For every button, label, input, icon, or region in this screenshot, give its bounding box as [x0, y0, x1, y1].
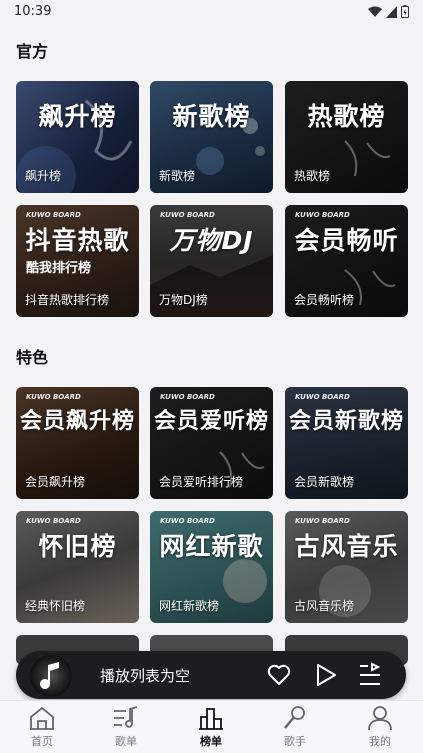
chart-card-vip-new[interactable]: KUWO BOARD 会员新歌榜 会员新歌榜: [285, 387, 408, 499]
card-title: 网红新歌: [159, 532, 264, 561]
card-board-label: KUWO BOARD: [160, 393, 215, 401]
chart-card-vip-favorite[interactable]: KUWO BOARD 会员爱听榜 会员爱听排行榜: [150, 387, 273, 499]
section-title-official: 官方: [16, 42, 49, 61]
tab-charts[interactable]: 榜单: [181, 705, 241, 749]
card-title: 万物DJ: [169, 226, 254, 255]
card-title: 飙升榜: [38, 102, 117, 131]
play-icon[interactable]: [314, 662, 338, 688]
card-caption: 会员畅听榜: [294, 293, 355, 307]
card-caption: 会员新歌榜: [294, 475, 355, 489]
wifi-icon: [368, 6, 382, 17]
battery-icon: [401, 5, 409, 18]
chart-icon: [199, 708, 223, 730]
card-title: 怀旧榜: [38, 532, 117, 561]
card-caption: 热歌榜: [294, 169, 331, 183]
home-icon: [30, 706, 54, 730]
card-board-label: KUWO BOARD: [295, 517, 350, 525]
chart-card-dj[interactable]: KUWO BOARD 万物DJ 万物DJ榜: [150, 205, 273, 317]
section-title-featured: 特色: [16, 348, 49, 367]
card-title: 会员爱听榜: [153, 409, 269, 434]
status-time: 10:39: [14, 4, 52, 19]
card-caption: 会员爱听排行榜: [159, 475, 244, 489]
profile-icon: [368, 706, 392, 731]
card-subtitle: 酷我排行榜: [26, 261, 92, 276]
card-title: 会员飙升榜: [19, 409, 135, 434]
card-caption: 网红新歌榜: [159, 599, 220, 613]
music-note-icon: [40, 662, 59, 689]
chart-card-vip-listen[interactable]: KUWO BOARD 会员畅听 会员畅听榜: [285, 205, 408, 317]
tab-home[interactable]: 首页: [12, 705, 72, 749]
chart-card-douyin[interactable]: KUWO BOARD 抖音热歌 酷我排行榜 抖音热歌排行榜: [16, 205, 139, 317]
tab-label: 歌手: [284, 735, 306, 748]
chart-card-ancient-style[interactable]: KUWO BOARD 古风音乐 古风音乐榜: [285, 511, 408, 623]
card-caption: 新歌榜: [159, 169, 196, 183]
card-caption: 古风音乐榜: [294, 599, 355, 613]
chart-card-new-songs[interactable]: 新歌榜 新歌榜: [150, 81, 273, 193]
card-board-label: KUWO BOARD: [160, 517, 215, 525]
card-caption: 抖音热歌排行榜: [25, 293, 110, 307]
card-title: 抖音热歌: [25, 226, 130, 255]
tab-singer[interactable]: 歌手: [265, 705, 325, 749]
card-board-label: KUWO BOARD: [26, 517, 81, 525]
card-board-label: KUWO BOARD: [26, 211, 81, 219]
card-board-label: KUWO BOARD: [295, 393, 350, 401]
status-icons: [368, 5, 409, 18]
chart-card-vip-soaring[interactable]: KUWO BOARD 会员飙升榜 会员飙升榜: [16, 387, 139, 499]
tab-playlist[interactable]: 歌单: [96, 705, 156, 749]
chart-card-nostalgia[interactable]: KUWO BOARD 怀旧榜 经典怀旧榜: [16, 511, 139, 623]
tab-label: 榜单: [200, 735, 222, 748]
card-title: 会员新歌榜: [288, 409, 404, 434]
tab-profile[interactable]: 我的: [350, 705, 410, 749]
chart-card-soaring[interactable]: 飙升榜 飙升榜: [16, 81, 139, 193]
album-disc[interactable]: [30, 655, 72, 697]
card-caption: 经典怀旧榜: [25, 599, 86, 613]
heart-icon[interactable]: [266, 662, 292, 688]
mini-player[interactable]: 播放列表为空: [16, 651, 406, 699]
card-title: 会员畅听: [294, 226, 399, 255]
chart-card-hot-songs[interactable]: 热歌榜 热歌榜: [285, 81, 408, 193]
playlist-icon[interactable]: [358, 662, 382, 688]
playlist-icon: [114, 706, 138, 728]
singer-icon: [284, 706, 305, 729]
tab-label: 歌单: [115, 735, 137, 748]
status-bar: 10:39: [0, 0, 423, 24]
player-status-text: 播放列表为空: [100, 667, 191, 685]
card-title: 古风音乐: [294, 532, 399, 561]
card-title: 新歌榜: [172, 102, 251, 131]
bottom-tab-bar: 首页 歌单 榜单 歌手 我的: [0, 700, 423, 753]
card-board-label: KUWO BOARD: [160, 211, 215, 219]
card-caption: 飙升榜: [25, 169, 62, 183]
card-caption: 万物DJ榜: [159, 293, 208, 307]
card-board-label: KUWO BOARD: [295, 211, 350, 219]
tab-label: 我的: [369, 735, 391, 748]
tab-label: 首页: [31, 735, 53, 748]
card-title: 热歌榜: [307, 102, 386, 131]
chart-card-influencer[interactable]: KUWO BOARD 网红新歌 网红新歌榜: [150, 511, 273, 623]
signal-icon: [386, 5, 397, 18]
card-caption: 会员飙升榜: [25, 475, 86, 489]
card-board-label: KUWO BOARD: [26, 393, 81, 401]
